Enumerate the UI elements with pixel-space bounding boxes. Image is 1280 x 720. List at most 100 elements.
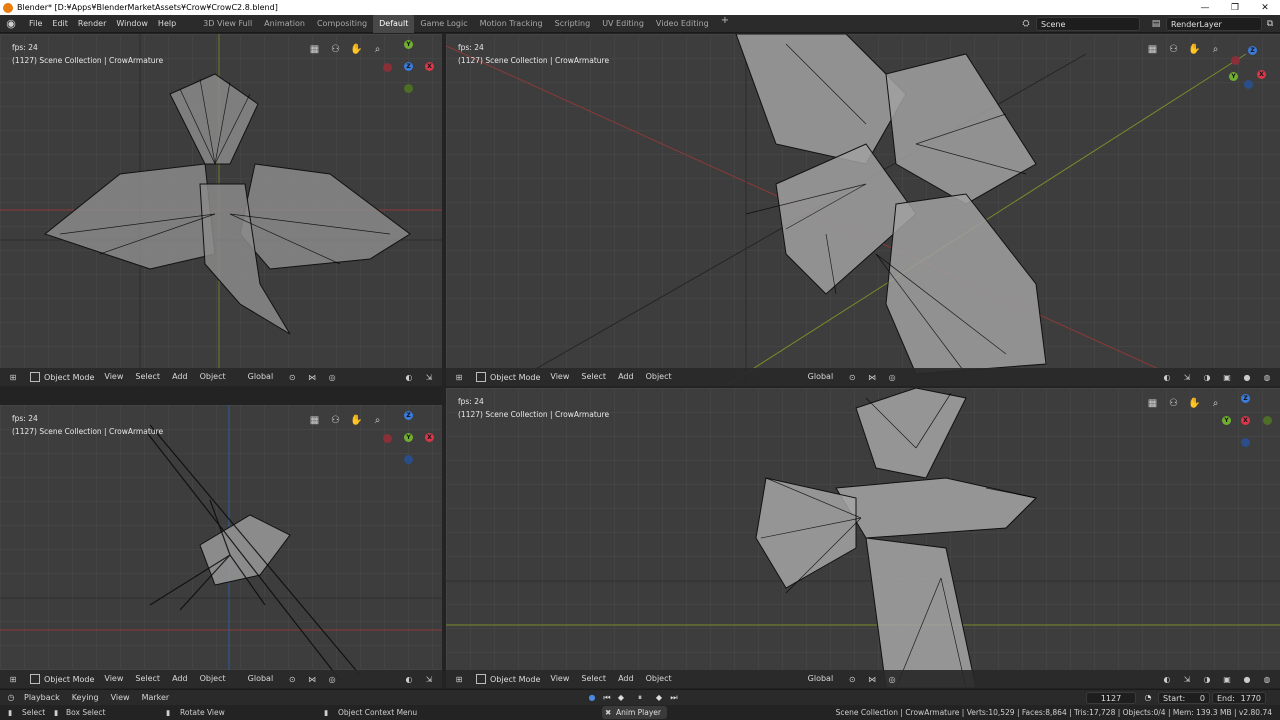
viewport-top-left[interactable]: fps: 24 (1127) Scene Collection | CrowAr… [0, 34, 442, 386]
view-menu[interactable]: View [544, 670, 575, 688]
prev-keyframe-icon[interactable]: ◆ [615, 692, 627, 704]
menu-render[interactable]: Render [73, 15, 111, 33]
gizmo-toggle-icon[interactable]: ⇲ [1180, 373, 1194, 382]
proportional-icon[interactable]: ◎ [885, 675, 899, 684]
orientation-dropdown[interactable]: Global [242, 670, 280, 688]
pivot-icon[interactable]: ⊙ [285, 373, 299, 382]
gizmo-y-axis[interactable]: Y [404, 433, 413, 442]
restore-icon[interactable]: ❐ [1220, 3, 1250, 13]
view-menu[interactable]: View [98, 368, 129, 386]
timeline-view-menu[interactable]: View [105, 693, 136, 702]
object-mode-dropdown[interactable]: Object Mode [26, 372, 98, 382]
record-icon[interactable]: ● [586, 692, 598, 704]
viewport-bottom-left[interactable]: fps: 24 (1127) Scene Collection | CrowAr… [0, 405, 442, 688]
gizmo-toggle-icon[interactable]: ⇲ [422, 675, 436, 684]
xray-icon[interactable]: ▣ [1220, 373, 1234, 382]
add-menu[interactable]: Add [166, 368, 194, 386]
add-workspace-icon[interactable]: + [715, 15, 735, 33]
overlay-icon[interactable]: ◑ [1200, 373, 1214, 382]
view-menu[interactable]: View [98, 670, 129, 688]
tab-3d-view-full[interactable]: 3D View Full [197, 15, 258, 33]
snap-icon[interactable]: ⋈ [865, 675, 879, 684]
axis-gizmo[interactable]: Z Y X [383, 411, 434, 467]
crow-mesh-front[interactable] [0, 34, 442, 386]
gizmo-y-axis[interactable]: Y [404, 40, 413, 49]
axis-gizmo[interactable]: Z Y X [1222, 394, 1272, 450]
close-icon[interactable]: ✕ [1250, 3, 1280, 13]
gizmo-x-axis[interactable]: X [425, 433, 434, 442]
hand-pan-icon[interactable]: ✋ [349, 413, 364, 428]
blender-logo-icon[interactable]: ◉ [4, 17, 18, 31]
object-menu[interactable]: Object [194, 368, 232, 386]
gizmo-neg-y[interactable] [1263, 416, 1272, 425]
axis-gizmo[interactable]: Z X Y [1226, 40, 1276, 96]
gizmo-z-axis[interactable]: Z [1241, 394, 1250, 403]
jump-start-icon[interactable]: ⏮ [601, 692, 613, 704]
gizmo-neg-x[interactable] [383, 434, 392, 443]
select-menu[interactable]: Select [129, 368, 166, 386]
tab-game-logic[interactable]: Game Logic [414, 15, 473, 33]
snap-icon[interactable]: ⋈ [305, 373, 319, 382]
axis-gizmo[interactable]: Y Z X [383, 40, 434, 96]
view-menu[interactable]: View [544, 368, 575, 386]
add-menu[interactable]: Add [166, 670, 194, 688]
tab-motion-tracking[interactable]: Motion Tracking [474, 15, 549, 33]
pivot-icon[interactable]: ⊙ [845, 373, 859, 382]
new-layer-icon[interactable]: ⧉ [1264, 18, 1276, 30]
tab-default[interactable]: Default [373, 14, 415, 33]
shading-solid-icon[interactable]: ● [1240, 373, 1254, 382]
zoom-icon[interactable]: ⌕ [1208, 42, 1223, 57]
gizmo-neg-x[interactable] [383, 63, 392, 72]
object-mode-dropdown[interactable]: Object Mode [26, 674, 98, 684]
camera-icon[interactable]: ⚇ [1166, 42, 1181, 57]
hand-pan-icon[interactable]: ✋ [1187, 42, 1202, 57]
gizmo-z-axis[interactable]: Z [404, 411, 413, 420]
shading-rendered-icon[interactable]: ◍ [1260, 675, 1274, 684]
gizmo-neg-x[interactable] [1231, 56, 1240, 65]
editor-type-icon[interactable]: ⊞ [6, 675, 20, 684]
timeline-editor-icon[interactable]: ◷ [4, 693, 18, 702]
visibility-icon[interactable]: ◐ [402, 675, 416, 684]
start-frame-field[interactable]: Start: 0 [1158, 692, 1210, 704]
gizmo-x-axis[interactable]: X [425, 62, 434, 71]
gizmo-z-axis[interactable]: Z [1248, 46, 1257, 55]
grid-view-icon[interactable]: ▦ [307, 42, 322, 57]
select-menu[interactable]: Select [575, 368, 612, 386]
visibility-icon[interactable]: ◐ [1160, 373, 1174, 382]
gizmo-x-axis[interactable]: X [1257, 70, 1266, 79]
crow-mesh-perspective[interactable] [446, 34, 1280, 386]
menu-edit[interactable]: Edit [47, 15, 73, 33]
end-frame-field[interactable]: End: 1770 [1212, 692, 1266, 704]
pause-icon[interactable]: ⏸ [634, 692, 646, 704]
snap-icon[interactable]: ⋈ [305, 675, 319, 684]
scene-icon[interactable]: ⛭ [1020, 18, 1032, 30]
keying-menu[interactable]: Keying [66, 693, 105, 702]
select-menu[interactable]: Select [575, 670, 612, 688]
add-menu[interactable]: Add [612, 368, 640, 386]
xray-icon[interactable]: ▣ [1220, 675, 1234, 684]
crow-mesh-side[interactable] [0, 405, 442, 688]
orientation-dropdown[interactable]: Global [802, 368, 840, 386]
object-menu[interactable]: Object [640, 368, 678, 386]
shading-rendered-icon[interactable]: ◍ [1260, 373, 1274, 382]
overlay-icon[interactable]: ◑ [1200, 675, 1214, 684]
camera-icon[interactable]: ⚇ [328, 413, 343, 428]
hand-pan-icon[interactable]: ✋ [349, 42, 364, 57]
proportional-icon[interactable]: ◎ [885, 373, 899, 382]
visibility-icon[interactable]: ◐ [402, 373, 416, 382]
gizmo-y-axis[interactable]: Y [1222, 416, 1231, 425]
object-menu[interactable]: Object [194, 670, 232, 688]
object-mode-dropdown[interactable]: Object Mode [472, 674, 544, 684]
object-menu[interactable]: Object [640, 670, 678, 688]
gizmo-toggle-icon[interactable]: ⇲ [1180, 675, 1194, 684]
viewport-top-right[interactable]: fps: 24 (1127) Scene Collection | CrowAr… [446, 34, 1280, 386]
grid-view-icon[interactable]: ▦ [1145, 42, 1160, 57]
clock-icon[interactable]: ◔ [1142, 692, 1154, 704]
select-menu[interactable]: Select [129, 670, 166, 688]
gizmo-neg-y[interactable] [404, 84, 413, 93]
add-menu[interactable]: Add [612, 670, 640, 688]
gizmo-y-axis[interactable]: Y [1229, 72, 1238, 81]
grid-view-icon[interactable]: ▦ [1145, 396, 1160, 411]
orientation-dropdown[interactable]: Global [242, 368, 280, 386]
camera-icon[interactable]: ⚇ [1166, 396, 1181, 411]
